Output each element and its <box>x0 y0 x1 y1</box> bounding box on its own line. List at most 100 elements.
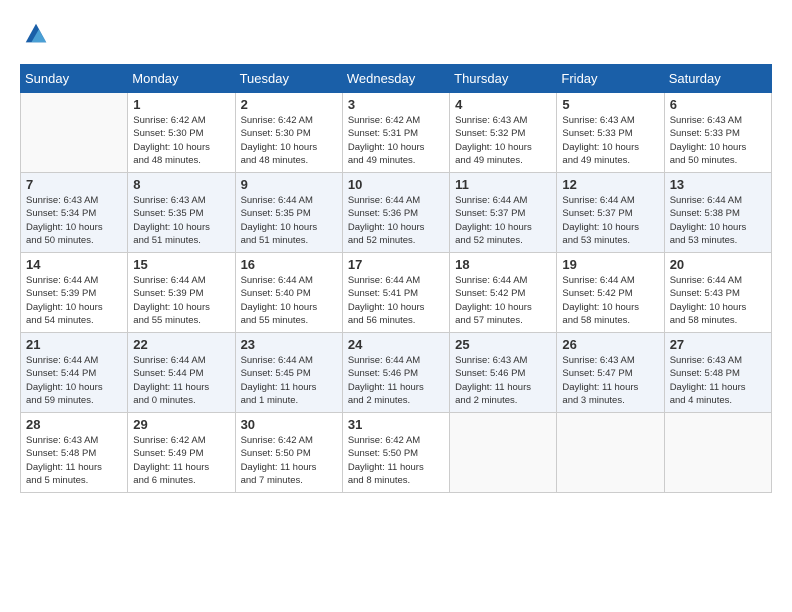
calendar-table: SundayMondayTuesdayWednesdayThursdayFrid… <box>20 64 772 493</box>
day-number: 5 <box>562 97 658 112</box>
day-number: 28 <box>26 417 122 432</box>
day-header-friday: Friday <box>557 65 664 93</box>
day-info: Sunrise: 6:43 AMSunset: 5:46 PMDaylight:… <box>455 354 551 407</box>
day-info: Sunrise: 6:43 AMSunset: 5:32 PMDaylight:… <box>455 114 551 167</box>
calendar-cell: 10 Sunrise: 6:44 AMSunset: 5:36 PMDayligh… <box>342 173 449 253</box>
day-info: Sunrise: 6:42 AMSunset: 5:49 PMDaylight:… <box>133 434 229 487</box>
calendar-cell: 31 Sunrise: 6:42 AMSunset: 5:50 PMDayligh… <box>342 413 449 493</box>
day-info: Sunrise: 6:44 AMSunset: 5:37 PMDaylight:… <box>455 194 551 247</box>
day-info: Sunrise: 6:44 AMSunset: 5:44 PMDaylight:… <box>133 354 229 407</box>
day-number: 8 <box>133 177 229 192</box>
calendar-cell: 23 Sunrise: 6:44 AMSunset: 5:45 PMDayligh… <box>235 333 342 413</box>
day-number: 27 <box>670 337 766 352</box>
day-info: Sunrise: 6:43 AMSunset: 5:48 PMDaylight:… <box>26 434 122 487</box>
day-info: Sunrise: 6:44 AMSunset: 5:35 PMDaylight:… <box>241 194 337 247</box>
day-number: 6 <box>670 97 766 112</box>
day-info: Sunrise: 6:44 AMSunset: 5:42 PMDaylight:… <box>562 274 658 327</box>
day-info: Sunrise: 6:42 AMSunset: 5:30 PMDaylight:… <box>241 114 337 167</box>
day-number: 3 <box>348 97 444 112</box>
day-number: 1 <box>133 97 229 112</box>
calendar-cell: 20 Sunrise: 6:44 AMSunset: 5:43 PMDayligh… <box>664 253 771 333</box>
day-info: Sunrise: 6:43 AMSunset: 5:35 PMDaylight:… <box>133 194 229 247</box>
day-number: 22 <box>133 337 229 352</box>
day-number: 30 <box>241 417 337 432</box>
day-info: Sunrise: 6:43 AMSunset: 5:33 PMDaylight:… <box>670 114 766 167</box>
day-number: 14 <box>26 257 122 272</box>
calendar-cell: 7 Sunrise: 6:43 AMSunset: 5:34 PMDaylight… <box>21 173 128 253</box>
calendar-cell: 30Sunrise: 6:42 AMSunset: 5:50 PMDayligh… <box>235 413 342 493</box>
day-number: 17 <box>348 257 444 272</box>
day-info: Sunrise: 6:44 AMSunset: 5:44 PMDaylight:… <box>26 354 122 407</box>
day-info: Sunrise: 6:42 AMSunset: 5:30 PMDaylight:… <box>133 114 229 167</box>
day-info: Sunrise: 6:44 AMSunset: 5:36 PMDaylight:… <box>348 194 444 247</box>
day-number: 25 <box>455 337 551 352</box>
calendar-cell: 14 Sunrise: 6:44 AMSunset: 5:39 PMDayligh… <box>21 253 128 333</box>
day-info: Sunrise: 6:44 AMSunset: 5:43 PMDaylight:… <box>670 274 766 327</box>
day-header-thursday: Thursday <box>450 65 557 93</box>
day-info: Sunrise: 6:44 AMSunset: 5:40 PMDaylight:… <box>241 274 337 327</box>
day-info: Sunrise: 6:44 AMSunset: 5:37 PMDaylight:… <box>562 194 658 247</box>
day-number: 2 <box>241 97 337 112</box>
day-header-tuesday: Tuesday <box>235 65 342 93</box>
day-number: 26 <box>562 337 658 352</box>
calendar-cell: 2 Sunrise: 6:42 AMSunset: 5:30 PMDaylight… <box>235 93 342 173</box>
day-number: 11 <box>455 177 551 192</box>
calendar-cell: 4 Sunrise: 6:43 AMSunset: 5:32 PMDaylight… <box>450 93 557 173</box>
day-number: 15 <box>133 257 229 272</box>
day-info: Sunrise: 6:43 AMSunset: 5:48 PMDaylight:… <box>670 354 766 407</box>
calendar-cell <box>557 413 664 493</box>
day-header-monday: Monday <box>128 65 235 93</box>
calendar-cell: 19 Sunrise: 6:44 AMSunset: 5:42 PMDayligh… <box>557 253 664 333</box>
day-info: Sunrise: 6:44 AMSunset: 5:38 PMDaylight:… <box>670 194 766 247</box>
day-number: 19 <box>562 257 658 272</box>
day-number: 20 <box>670 257 766 272</box>
day-info: Sunrise: 6:43 AMSunset: 5:33 PMDaylight:… <box>562 114 658 167</box>
day-info: Sunrise: 6:44 AMSunset: 5:45 PMDaylight:… <box>241 354 337 407</box>
day-info: Sunrise: 6:44 AMSunset: 5:46 PMDaylight:… <box>348 354 444 407</box>
day-number: 23 <box>241 337 337 352</box>
page-header <box>20 20 772 48</box>
day-number: 31 <box>348 417 444 432</box>
day-info: Sunrise: 6:42 AMSunset: 5:50 PMDaylight:… <box>348 434 444 487</box>
calendar-cell: 8 Sunrise: 6:43 AMSunset: 5:35 PMDaylight… <box>128 173 235 253</box>
calendar-cell: 1 Sunrise: 6:42 AMSunset: 5:30 PMDaylight… <box>128 93 235 173</box>
day-number: 10 <box>348 177 444 192</box>
day-number: 24 <box>348 337 444 352</box>
day-number: 7 <box>26 177 122 192</box>
day-header-sunday: Sunday <box>21 65 128 93</box>
day-number: 4 <box>455 97 551 112</box>
day-info: Sunrise: 6:43 AMSunset: 5:47 PMDaylight:… <box>562 354 658 407</box>
day-number: 21 <box>26 337 122 352</box>
calendar-cell: 12Sunrise: 6:44 AMSunset: 5:37 PMDayligh… <box>557 173 664 253</box>
day-info: Sunrise: 6:44 AMSunset: 5:41 PMDaylight:… <box>348 274 444 327</box>
calendar-cell: 3Sunrise: 6:42 AMSunset: 5:31 PMDaylight… <box>342 93 449 173</box>
calendar-cell: 29 Sunrise: 6:42 AMSunset: 5:49 PMDayligh… <box>128 413 235 493</box>
calendar-cell: 21 Sunrise: 6:44 AMSunset: 5:44 PMDayligh… <box>21 333 128 413</box>
calendar-cell: 15 Sunrise: 6:44 AMSunset: 5:39 PMDayligh… <box>128 253 235 333</box>
day-number: 13 <box>670 177 766 192</box>
calendar-cell: 24 Sunrise: 6:44 AMSunset: 5:46 PMDayligh… <box>342 333 449 413</box>
calendar-cell: 6 Sunrise: 6:43 AMSunset: 5:33 PMDaylight… <box>664 93 771 173</box>
calendar-cell: 18 Sunrise: 6:44 AMSunset: 5:42 PMDayligh… <box>450 253 557 333</box>
logo-icon <box>22 20 50 48</box>
day-info: Sunrise: 6:44 AMSunset: 5:42 PMDaylight:… <box>455 274 551 327</box>
calendar-cell: 22 Sunrise: 6:44 AMSunset: 5:44 PMDayligh… <box>128 333 235 413</box>
day-header-wednesday: Wednesday <box>342 65 449 93</box>
day-info: Sunrise: 6:43 AMSunset: 5:34 PMDaylight:… <box>26 194 122 247</box>
day-number: 29 <box>133 417 229 432</box>
calendar-cell: 13 Sunrise: 6:44 AMSunset: 5:38 PMDayligh… <box>664 173 771 253</box>
day-info: Sunrise: 6:44 AMSunset: 5:39 PMDaylight:… <box>133 274 229 327</box>
logo <box>20 20 50 48</box>
calendar-cell: 28 Sunrise: 6:43 AMSunset: 5:48 PMDayligh… <box>21 413 128 493</box>
calendar-cell: 17 Sunrise: 6:44 AMSunset: 5:41 PMDayligh… <box>342 253 449 333</box>
calendar-cell: 16Sunrise: 6:44 AMSunset: 5:40 PMDayligh… <box>235 253 342 333</box>
day-number: 18 <box>455 257 551 272</box>
calendar-header: SundayMondayTuesdayWednesdayThursdayFrid… <box>21 65 772 93</box>
calendar-cell: 11 Sunrise: 6:44 AMSunset: 5:37 PMDayligh… <box>450 173 557 253</box>
calendar-cell <box>450 413 557 493</box>
calendar-cell: 26 Sunrise: 6:43 AMSunset: 5:47 PMDayligh… <box>557 333 664 413</box>
calendar-cell: 25 Sunrise: 6:43 AMSunset: 5:46 PMDayligh… <box>450 333 557 413</box>
day-info: Sunrise: 6:44 AMSunset: 5:39 PMDaylight:… <box>26 274 122 327</box>
calendar-cell: 5 Sunrise: 6:43 AMSunset: 5:33 PMDaylight… <box>557 93 664 173</box>
day-number: 9 <box>241 177 337 192</box>
